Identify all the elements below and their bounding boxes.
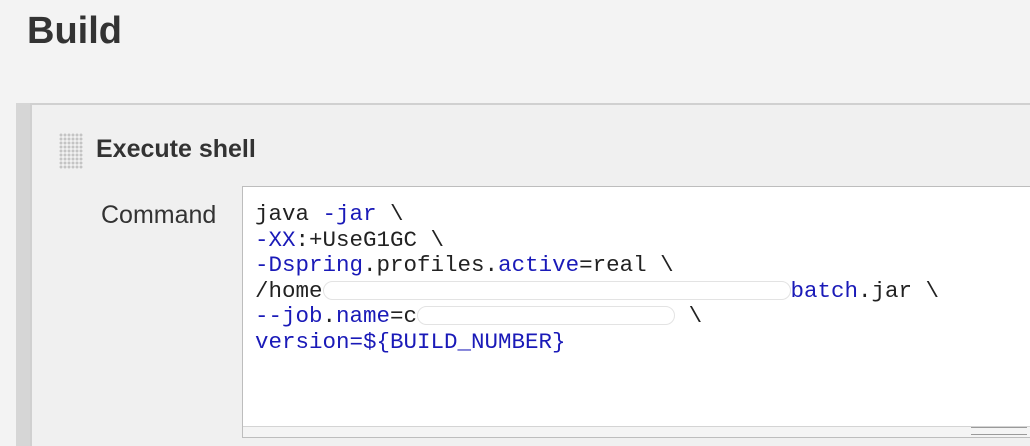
redacted-path (322, 280, 791, 300)
resize-grip-icon[interactable] (971, 427, 1027, 435)
code-text: =real \ (579, 252, 674, 278)
build-step-title: Execute shell (96, 135, 256, 163)
code-text: \ (376, 201, 404, 227)
code-keyword: --job (255, 303, 323, 329)
drag-handle-icon[interactable] (59, 133, 83, 169)
command-code[interactable]: java -jar \ -XX:+UseG1GC \ -Dspring.prof… (255, 201, 940, 355)
code-keyword: -Dspring (255, 252, 364, 278)
code-keyword: active (498, 252, 580, 278)
code-text: java (255, 201, 323, 227)
code-keyword: =${BUILD_NUMBER} (349, 328, 566, 355)
code-text: =c (390, 303, 418, 329)
code-keyword: -XX (255, 226, 296, 253)
section-left-bar (16, 103, 30, 446)
code-text: \ (675, 303, 703, 329)
code-keyword: batch (790, 277, 859, 304)
code-text: :+UseG1GC \ (295, 226, 445, 253)
code-keyword: -jar (322, 201, 377, 227)
code-text: .jar \ (858, 277, 940, 304)
code-keyword: name (336, 303, 391, 329)
redacted-job-name (417, 306, 676, 325)
code-text: . (322, 303, 337, 329)
section-title: Build (27, 10, 122, 52)
build-config-page: Build Execute shell Command java -jar \ … (0, 0, 1030, 446)
code-text: .profiles. (363, 252, 499, 278)
code-keyword: version (255, 328, 350, 355)
command-label: Command (101, 201, 217, 229)
code-text: /home (255, 277, 323, 304)
command-editor[interactable]: java -jar \ -XX:+UseG1GC \ -Dspring.prof… (242, 186, 1030, 438)
editor-scrollbar[interactable] (243, 426, 1030, 437)
